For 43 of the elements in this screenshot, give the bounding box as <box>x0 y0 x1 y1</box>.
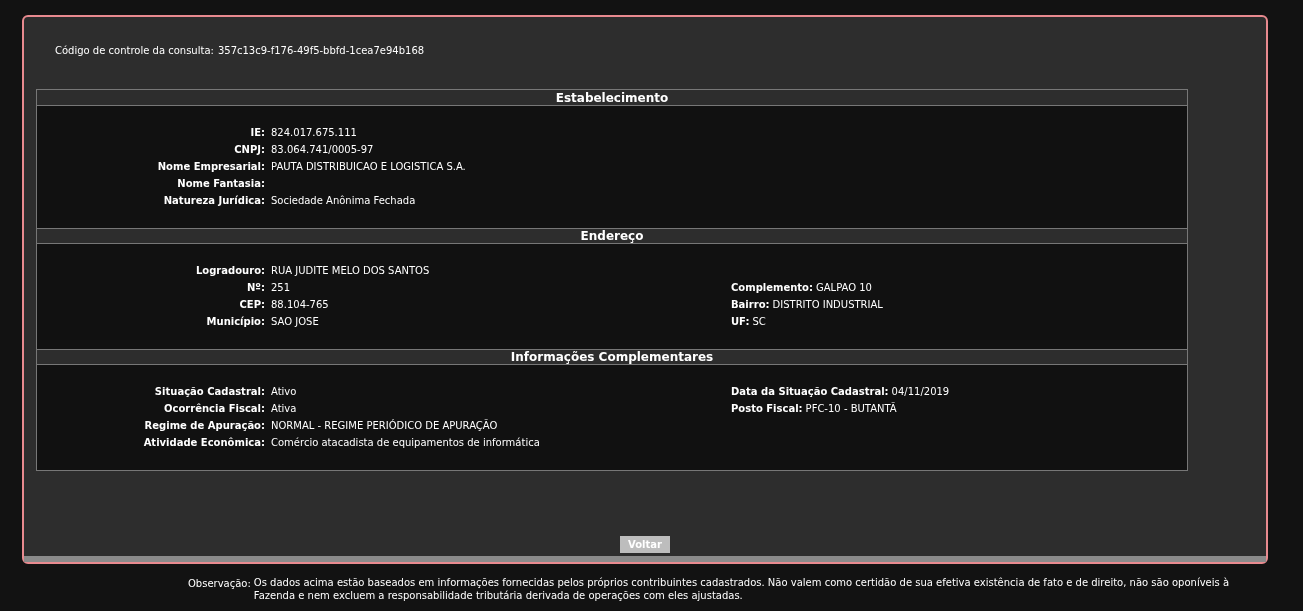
field-value: 824.017.675.111 <box>271 127 357 138</box>
section-header: Informações Complementares <box>37 349 1187 365</box>
field-label: CNPJ: <box>234 143 265 157</box>
field-label: Ocorrência Fiscal: <box>164 402 265 416</box>
observation-label: Observação: <box>188 577 251 591</box>
field-label: Regime de Apuração: <box>144 419 265 433</box>
field-label: Situação Cadastral: <box>154 385 265 399</box>
field-value: SC <box>752 315 766 329</box>
field-value: GALPAO 10 <box>815 281 872 295</box>
field-label: IE: <box>250 126 265 140</box>
back-button[interactable]: Voltar <box>620 536 670 553</box>
field-label: CEP: <box>239 298 265 312</box>
field-value: 83.064.741/0005-97 <box>271 144 374 155</box>
field-label: Logradouro: <box>195 264 265 278</box>
field-label: Posto Fiscal: <box>731 402 803 416</box>
field-value: 88.104-765 <box>271 299 329 310</box>
field-value: Ativo <box>271 386 297 397</box>
field-value: Comércio atacadista de equipamentos de informática <box>271 437 540 448</box>
field-value: PFC-10 - BUTANTÃ <box>805 401 897 416</box>
field-value: DISTRITO INDUSTRIAL <box>772 298 883 312</box>
field-value: NORMAL - REGIME PERIÓDICO DE APURAÇÃO <box>271 420 498 431</box>
field-label: Nome Empresarial: <box>157 160 265 174</box>
field-label: Bairro: <box>731 298 770 312</box>
observation-text: Os dados acima estão baseados em informações fornecidas pelos próprios contribuintes cadastrados. Não valem como certidão de sua efetiva existência de fato e de direito, não são oponíveis à Fazenda e nem excluem a responsabilidade tributária derivada de operações com eles ajustadas. <box>253 576 1231 602</box>
field-value: RUA JUDITE MELO DOS SANTOS <box>271 265 430 276</box>
section-header: Endereço <box>37 228 1187 244</box>
field-label: Nome Fantasia: <box>177 177 265 191</box>
section-header: Estabelecimento <box>37 90 1187 106</box>
field-value: PAUTA DISTRIBUICAO E LOGISTICA S.A. <box>271 161 466 172</box>
field-label: Complemento: <box>731 281 813 295</box>
control-code-value: 357c13c9-f176-49f5-bbfd-1cea7e94b168 <box>217 44 425 58</box>
control-code-label: Código de controle da consulta: <box>55 44 214 58</box>
field-label: UF: <box>731 315 750 329</box>
field-value: 251 <box>271 282 291 293</box>
field-value: 04/11/2019 <box>891 385 950 399</box>
field-label: Atividade Econômica: <box>143 436 265 450</box>
field-value: SAO JOSE <box>271 316 319 327</box>
field-value: Ativa <box>271 403 297 414</box>
field-label: Nº: <box>247 281 265 295</box>
field-label: Município: <box>206 315 265 329</box>
field-label: Natureza Jurídica: <box>163 194 265 208</box>
field-label: Data da Situação Cadastral: <box>731 385 889 399</box>
field-value: Sociedade Anônima Fechada <box>271 195 416 206</box>
